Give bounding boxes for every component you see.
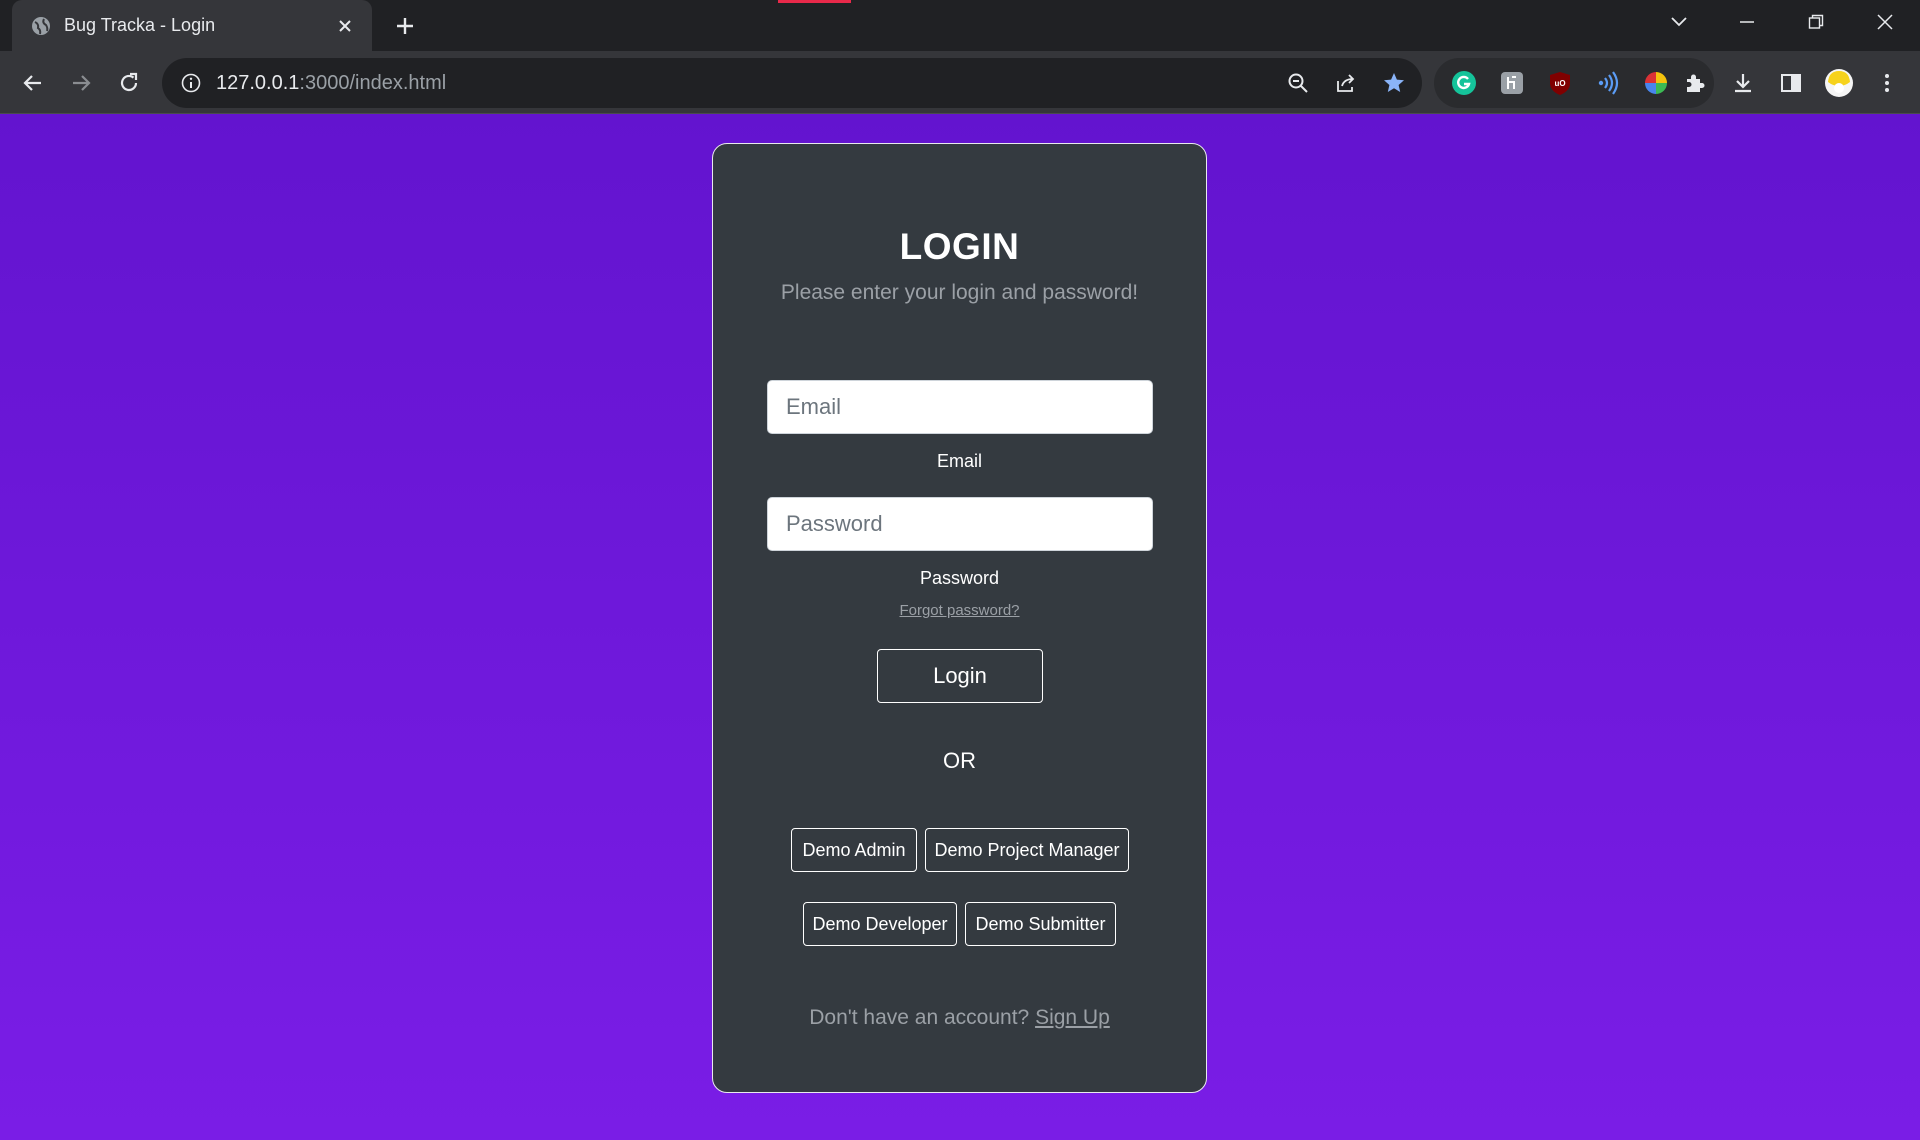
tab-strip-indicator [778, 0, 851, 3]
signup-link[interactable]: Sign Up [1035, 1006, 1110, 1029]
minimize-icon[interactable] [1718, 0, 1776, 44]
browser-tab[interactable]: Bug Tracka - Login [12, 0, 372, 51]
email-label: Email [936, 451, 982, 471]
color-picker-icon[interactable] [1640, 67, 1672, 99]
login-heading: LOGIN [899, 226, 1020, 267]
side-panel-icon[interactable] [1775, 67, 1807, 99]
site-info-icon[interactable] [180, 72, 202, 94]
extension-box-icon[interactable] [1496, 67, 1528, 99]
email-input[interactable] [767, 380, 1153, 434]
demo-submitter-button[interactable]: Demo Submitter [965, 902, 1116, 946]
bookmark-star-icon[interactable] [1378, 67, 1410, 99]
close-tab-icon[interactable] [328, 9, 362, 43]
download-icon[interactable] [1727, 67, 1759, 99]
page-background: LOGIN Please enter your login and passwo… [0, 114, 1920, 1140]
grammarly-icon[interactable] [1448, 67, 1480, 99]
tab-strip: Bug Tracka - Login [0, 0, 1920, 51]
url-path: :3000/index.html [299, 71, 447, 94]
extensions-puzzle-icon[interactable] [1679, 67, 1711, 99]
svg-text:uO: uO [1554, 79, 1565, 88]
forward-icon[interactable] [61, 63, 101, 103]
url-host: 127.0.0.1 [216, 71, 300, 94]
menu-dots-icon[interactable] [1871, 67, 1903, 99]
login-card: LOGIN Please enter your login and passwo… [712, 143, 1207, 1093]
login-subtitle: Please enter your login and password! [780, 281, 1139, 304]
new-tab-icon[interactable] [388, 9, 422, 43]
signup-prompt: Don't have an account? [809, 1006, 1030, 1029]
browser-toolbar: 127.0.0.1:3000/index.html uO [0, 51, 1920, 114]
address-bar[interactable]: 127.0.0.1:3000/index.html [162, 58, 1422, 108]
read-aloud-icon[interactable] [1592, 67, 1624, 99]
password-input[interactable] [767, 497, 1153, 551]
demo-admin-button[interactable]: Demo Admin [791, 828, 917, 872]
tab-title: Bug Tracka - Login [64, 15, 216, 35]
signup-row: Don't have an account? Sign Up [713, 1006, 1206, 1030]
forgot-password-link[interactable]: Forgot password? [713, 602, 1206, 619]
login-button[interactable]: Login [877, 649, 1043, 703]
restore-icon[interactable] [1787, 0, 1845, 44]
reload-icon[interactable] [109, 63, 149, 103]
password-label: Password [919, 568, 1000, 588]
zoom-icon[interactable] [1282, 67, 1314, 99]
profile-avatar-icon[interactable] [1823, 67, 1855, 99]
tab-search-icon[interactable] [1650, 0, 1708, 44]
close-window-icon[interactable] [1856, 0, 1914, 44]
share-icon[interactable] [1330, 67, 1362, 99]
globe-icon [30, 15, 52, 37]
back-icon[interactable] [13, 63, 53, 103]
demo-project-manager-button[interactable]: Demo Project Manager [925, 828, 1129, 872]
ublock-icon[interactable]: uO [1544, 67, 1576, 99]
extensions-group: uO [1434, 58, 1714, 108]
or-divider: OR [943, 748, 976, 773]
demo-developer-button[interactable]: Demo Developer [803, 902, 957, 946]
